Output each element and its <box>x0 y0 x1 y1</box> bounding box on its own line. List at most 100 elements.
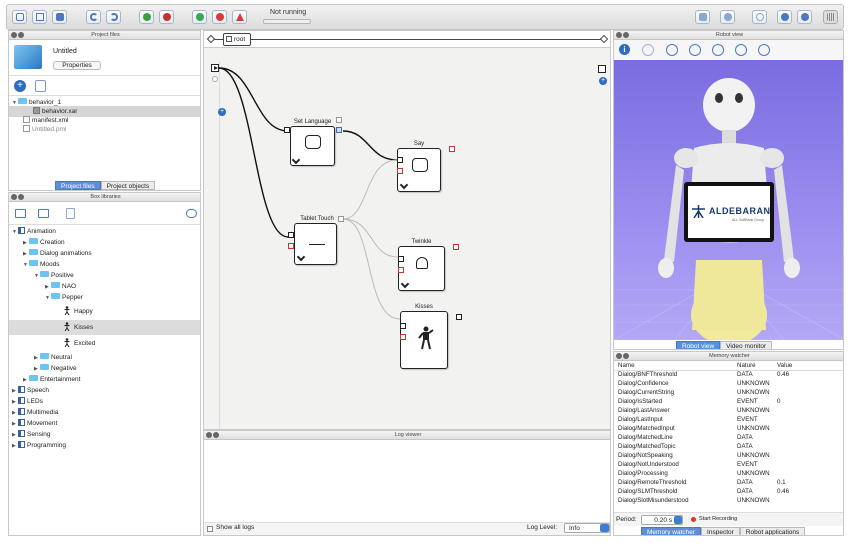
add-file-icon[interactable]: + <box>14 80 26 92</box>
star-view-icon[interactable] <box>712 44 724 56</box>
set-language-output-port[interactable] <box>336 127 342 133</box>
tab-memory-watcher[interactable]: Memory watcher <box>641 527 702 535</box>
table-row[interactable]: Dialog/BNFThreshold DATA 0.46 <box>614 371 843 380</box>
search-library-icon[interactable] <box>186 209 197 218</box>
tree-item-movement[interactable]: ▶ Movement <box>12 418 57 429</box>
tree-item-multimedia[interactable]: ▶ Multimedia <box>12 407 58 418</box>
column-header-value[interactable]: Value <box>777 362 792 371</box>
twinkle-output-port[interactable] <box>453 244 459 250</box>
tab-inspector[interactable]: Inspector <box>701 527 740 535</box>
undo-icon[interactable] <box>86 10 101 24</box>
open-project-icon[interactable] <box>32 10 47 24</box>
table-row[interactable]: Dialog/IsStarted EVENT 0 <box>614 398 843 407</box>
tree-item-positive[interactable]: ▼ Positive <box>34 270 74 281</box>
tree-item-nao[interactable]: ▶ NAO <box>45 281 76 292</box>
table-row[interactable]: Dialog/LastInput EVENT <box>614 416 843 425</box>
new-project-icon[interactable] <box>12 10 27 24</box>
set-language-output-port[interactable] <box>336 117 342 123</box>
set-language-box[interactable]: Set Language <box>290 119 335 166</box>
kisses-onstart-port[interactable] <box>400 323 406 329</box>
rotate-view-icon[interactable] <box>689 44 701 56</box>
table-row[interactable]: Dialog/SLMThreshold DATA 0.46 <box>614 488 843 497</box>
table-row[interactable]: Dialog/CurrentString UNKNOWN <box>614 389 843 398</box>
table-row[interactable]: Dialog/LastAnswer UNKNOWN <box>614 407 843 416</box>
disconnect-robot-icon[interactable] <box>159 10 174 24</box>
file-item-pml[interactable]: Untitled.pml <box>23 124 66 135</box>
tab-robot-applications[interactable]: Robot applications <box>739 527 806 535</box>
show-all-logs-checkbox[interactable] <box>207 526 213 532</box>
robot-head-icon[interactable] <box>666 44 678 56</box>
table-row[interactable]: Dialog/NotSpeaking UNKNOWN <box>614 452 843 461</box>
zoom-out-icon[interactable] <box>735 44 747 56</box>
tree-item-sensing[interactable]: ▶ Sensing <box>12 429 51 440</box>
tree-item-entertainment[interactable]: ▶ Entertainment <box>23 374 80 385</box>
column-header-nature[interactable]: Nature <box>737 362 756 371</box>
say-box[interactable]: Say <box>397 141 441 192</box>
tree-item-leds[interactable]: ▶ LEDs <box>12 396 43 407</box>
open-library-icon[interactable] <box>38 209 49 218</box>
warning-icon[interactable] <box>232 10 247 24</box>
stop-icon[interactable] <box>212 10 227 24</box>
kisses-onstop-port[interactable] <box>400 334 406 340</box>
library-file-icon[interactable] <box>66 208 75 219</box>
tree-item-excited[interactable]: Excited <box>63 337 95 351</box>
tree-item-dialog-animations[interactable]: ▶ Dialog animations <box>23 248 92 259</box>
panel-window-buttons[interactable] <box>11 194 25 204</box>
tablet-touch-onstart-port[interactable] <box>288 232 294 238</box>
twinkle-onstop-port[interactable] <box>398 267 404 273</box>
tree-item-negative[interactable]: ▶ Negative <box>34 363 77 374</box>
save-project-icon[interactable] <box>52 10 67 24</box>
log-level-select[interactable]: Info <box>564 523 610 533</box>
period-input[interactable]: 0.20 s <box>641 515 683 525</box>
tablet-touch-output-port[interactable] <box>338 216 344 222</box>
tree-item-animation[interactable]: ▼ Animation <box>12 226 56 237</box>
kisses-box[interactable]: Kisses <box>400 304 448 369</box>
column-header-name[interactable]: Name <box>618 362 635 371</box>
kisses-output-port[interactable] <box>456 314 462 320</box>
properties-button[interactable]: Properties <box>53 61 101 70</box>
tree-item-speech[interactable]: ▶ Speech <box>12 385 49 396</box>
log-output-area[interactable] <box>204 440 610 522</box>
start-recording-label[interactable]: Start Recording <box>699 516 737 522</box>
tree-item-pepper[interactable]: ▼ Pepper <box>45 292 83 303</box>
delete-file-icon[interactable] <box>35 80 46 92</box>
stepper-icon[interactable] <box>674 516 682 524</box>
tree-item-moods[interactable]: ▼ Moods <box>23 259 60 270</box>
moon-icon[interactable] <box>777 10 792 24</box>
heart-icon[interactable] <box>752 10 767 24</box>
zoom-in-icon[interactable] <box>758 44 770 56</box>
connect-robot-icon[interactable] <box>139 10 154 24</box>
twinkle-onstart-port[interactable] <box>398 256 404 262</box>
table-row[interactable]: Dialog/MatchedTopic DATA <box>614 443 843 452</box>
tree-item-creation[interactable]: ▶ Creation <box>23 237 65 248</box>
tree-item-programming[interactable]: ▶ Programming <box>12 440 66 451</box>
panel-window-buttons[interactable] <box>11 32 25 42</box>
table-row[interactable]: Dialog/Processing UNKNOWN <box>614 470 843 479</box>
table-row[interactable]: Dialog/SlotMisunderstood UNKNOWN <box>614 497 843 506</box>
robot-3d-viewport[interactable]: ALDEBARAN ALL SoftBank Group <box>614 60 843 340</box>
move-view-icon[interactable] <box>642 44 654 56</box>
set-language-input-port[interactable] <box>284 127 290 133</box>
tree-item-happy[interactable]: Happy <box>63 305 93 319</box>
tab-project-objects[interactable]: Project objects <box>100 181 156 190</box>
volume-icon[interactable] <box>695 10 710 24</box>
record-icon[interactable] <box>691 517 696 522</box>
table-row[interactable]: Dialog/MatchedLine DATA <box>614 434 843 443</box>
awake-icon[interactable] <box>720 10 735 24</box>
play-icon[interactable] <box>192 10 207 24</box>
table-row[interactable]: Dialog/NotUnderstood EVENT <box>614 461 843 470</box>
table-row[interactable]: Dialog/MatchedInput UNKNOWN <box>614 425 843 434</box>
twinkle-box[interactable]: Twinkle <box>398 239 445 291</box>
tablet-touch-onstop-port[interactable] <box>288 243 294 249</box>
flow-diagram-panel[interactable]: root + + Set Language Say Tablet Touch T… <box>203 30 611 430</box>
say-onstop-port[interactable] <box>397 168 403 174</box>
table-row[interactable]: Dialog/Confidence UNKNOWN <box>614 380 843 389</box>
tab-robot-view[interactable]: Robot view <box>676 341 721 349</box>
say-output-port[interactable] <box>449 146 455 152</box>
redo-icon[interactable] <box>106 10 121 24</box>
say-onstart-port[interactable] <box>397 157 403 163</box>
tree-item-kisses[interactable]: Kisses <box>9 320 200 335</box>
tab-video-monitor[interactable]: Video monitor <box>720 341 773 349</box>
table-row[interactable]: Dialog/RemoteThreshold DATA 0.1 <box>614 479 843 488</box>
tab-project-files[interactable]: Project files <box>55 181 101 190</box>
